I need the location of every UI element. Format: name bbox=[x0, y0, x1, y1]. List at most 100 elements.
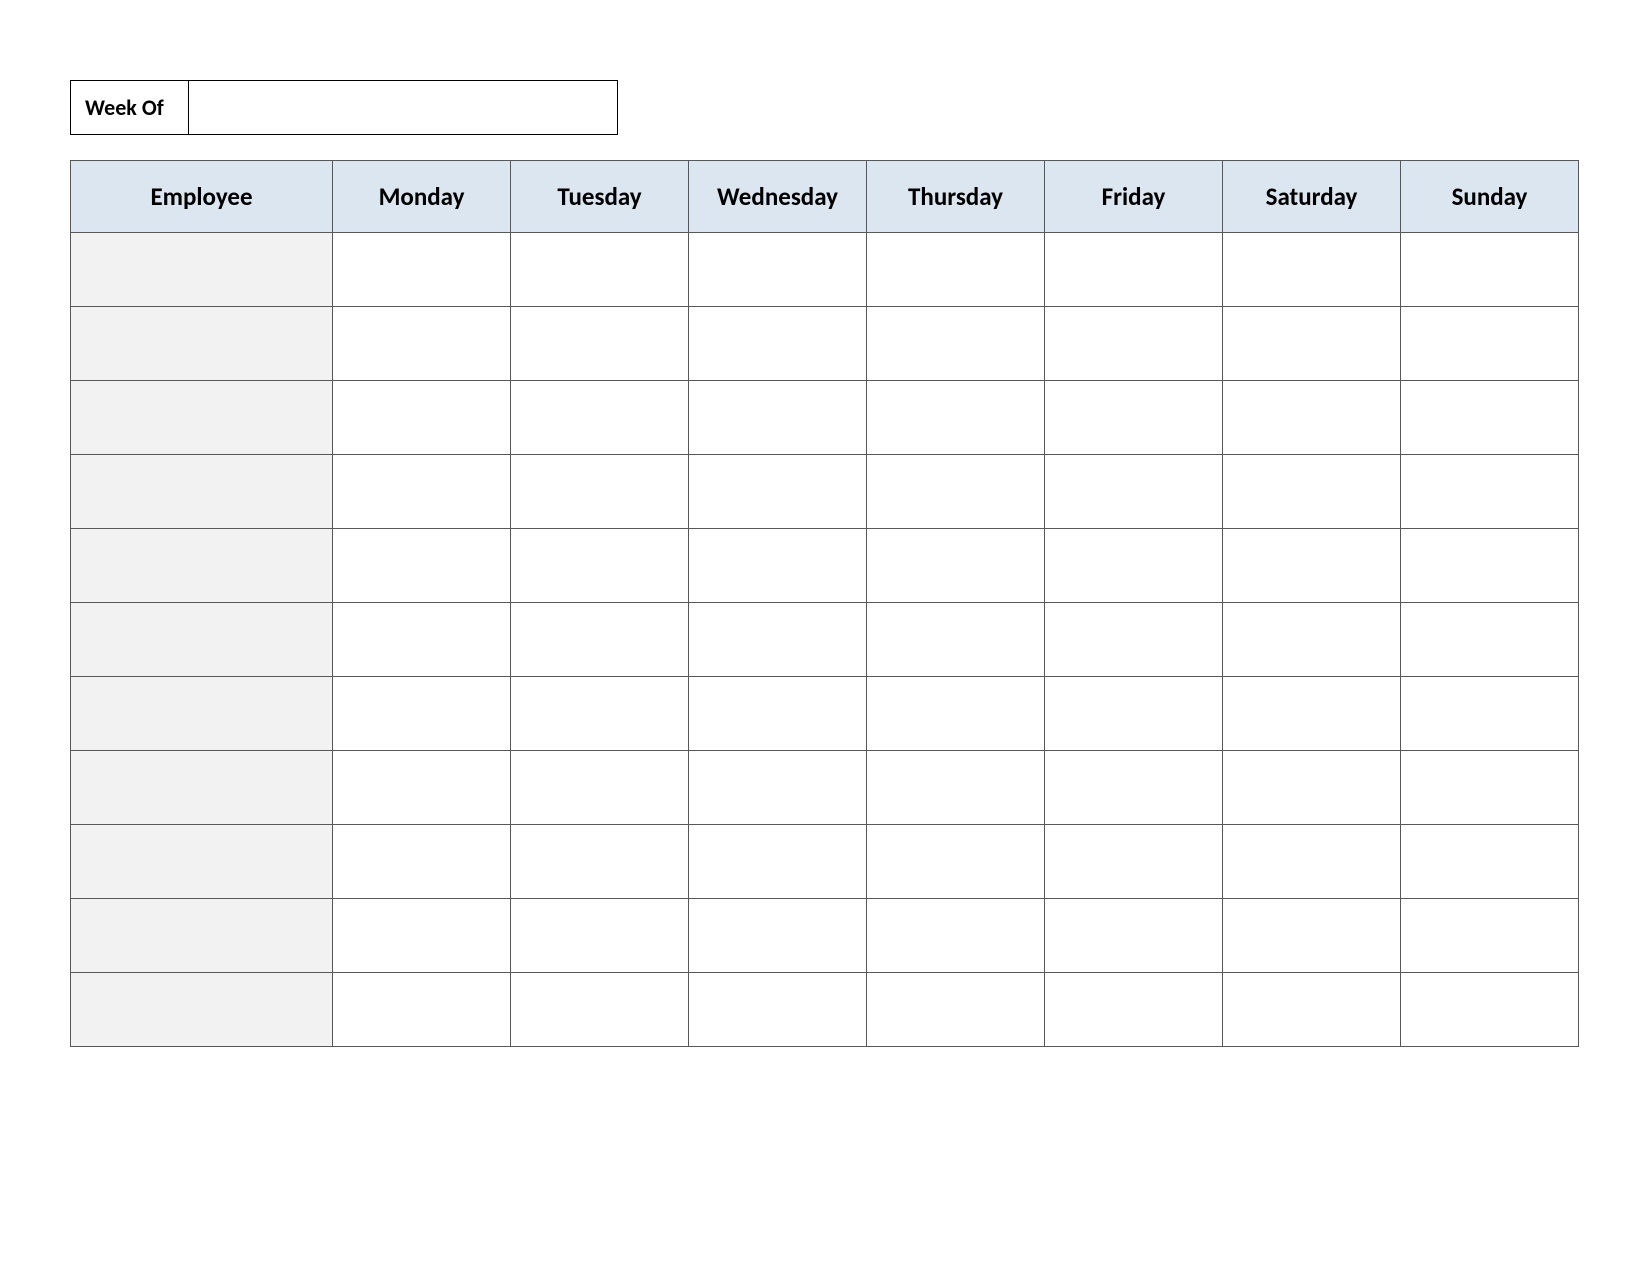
cell-wed[interactable] bbox=[689, 677, 867, 751]
cell-thu[interactable] bbox=[867, 455, 1045, 529]
cell-tue[interactable] bbox=[511, 233, 689, 307]
cell-tue[interactable] bbox=[511, 825, 689, 899]
cell-fri[interactable] bbox=[1045, 973, 1223, 1047]
table-row bbox=[71, 307, 1579, 381]
cell-tue[interactable] bbox=[511, 455, 689, 529]
cell-sun[interactable] bbox=[1401, 825, 1579, 899]
cell-thu[interactable] bbox=[867, 381, 1045, 455]
cell-mon[interactable] bbox=[333, 825, 511, 899]
cell-mon[interactable] bbox=[333, 381, 511, 455]
cell-wed[interactable] bbox=[689, 455, 867, 529]
week-of-row: Week Of bbox=[70, 80, 1580, 135]
cell-fri[interactable] bbox=[1045, 455, 1223, 529]
table-row bbox=[71, 677, 1579, 751]
cell-mon[interactable] bbox=[333, 973, 511, 1047]
cell-tue[interactable] bbox=[511, 677, 689, 751]
cell-fri[interactable] bbox=[1045, 381, 1223, 455]
cell-employee[interactable] bbox=[71, 307, 333, 381]
cell-sat[interactable] bbox=[1223, 529, 1401, 603]
cell-tue[interactable] bbox=[511, 603, 689, 677]
cell-sat[interactable] bbox=[1223, 455, 1401, 529]
cell-fri[interactable] bbox=[1045, 307, 1223, 381]
cell-wed[interactable] bbox=[689, 751, 867, 825]
cell-employee[interactable] bbox=[71, 751, 333, 825]
cell-employee[interactable] bbox=[71, 529, 333, 603]
cell-thu[interactable] bbox=[867, 899, 1045, 973]
header-wednesday: Wednesday bbox=[689, 161, 867, 233]
cell-mon[interactable] bbox=[333, 603, 511, 677]
cell-sun[interactable] bbox=[1401, 603, 1579, 677]
cell-thu[interactable] bbox=[867, 603, 1045, 677]
cell-wed[interactable] bbox=[689, 603, 867, 677]
cell-sun[interactable] bbox=[1401, 529, 1579, 603]
header-friday: Friday bbox=[1045, 161, 1223, 233]
cell-sat[interactable] bbox=[1223, 603, 1401, 677]
cell-mon[interactable] bbox=[333, 899, 511, 973]
cell-sat[interactable] bbox=[1223, 677, 1401, 751]
cell-sat[interactable] bbox=[1223, 825, 1401, 899]
cell-sun[interactable] bbox=[1401, 677, 1579, 751]
cell-sun[interactable] bbox=[1401, 899, 1579, 973]
cell-mon[interactable] bbox=[333, 529, 511, 603]
cell-fri[interactable] bbox=[1045, 899, 1223, 973]
cell-thu[interactable] bbox=[867, 677, 1045, 751]
cell-wed[interactable] bbox=[689, 825, 867, 899]
cell-fri[interactable] bbox=[1045, 233, 1223, 307]
cell-tue[interactable] bbox=[511, 529, 689, 603]
cell-fri[interactable] bbox=[1045, 529, 1223, 603]
cell-fri[interactable] bbox=[1045, 603, 1223, 677]
cell-mon[interactable] bbox=[333, 307, 511, 381]
cell-wed[interactable] bbox=[689, 899, 867, 973]
cell-sat[interactable] bbox=[1223, 973, 1401, 1047]
cell-fri[interactable] bbox=[1045, 825, 1223, 899]
cell-wed[interactable] bbox=[689, 381, 867, 455]
cell-fri[interactable] bbox=[1045, 751, 1223, 825]
cell-sat[interactable] bbox=[1223, 307, 1401, 381]
cell-employee[interactable] bbox=[71, 973, 333, 1047]
cell-fri[interactable] bbox=[1045, 677, 1223, 751]
cell-sun[interactable] bbox=[1401, 751, 1579, 825]
cell-wed[interactable] bbox=[689, 233, 867, 307]
cell-employee[interactable] bbox=[71, 825, 333, 899]
cell-employee[interactable] bbox=[71, 899, 333, 973]
cell-tue[interactable] bbox=[511, 899, 689, 973]
table-row bbox=[71, 381, 1579, 455]
cell-employee[interactable] bbox=[71, 603, 333, 677]
cell-sun[interactable] bbox=[1401, 307, 1579, 381]
cell-sun[interactable] bbox=[1401, 455, 1579, 529]
cell-mon[interactable] bbox=[333, 677, 511, 751]
cell-employee[interactable] bbox=[71, 381, 333, 455]
cell-employee[interactable] bbox=[71, 233, 333, 307]
cell-thu[interactable] bbox=[867, 529, 1045, 603]
cell-tue[interactable] bbox=[511, 973, 689, 1047]
cell-tue[interactable] bbox=[511, 381, 689, 455]
cell-wed[interactable] bbox=[689, 973, 867, 1047]
cell-mon[interactable] bbox=[333, 455, 511, 529]
cell-thu[interactable] bbox=[867, 307, 1045, 381]
cell-wed[interactable] bbox=[689, 529, 867, 603]
cell-wed[interactable] bbox=[689, 307, 867, 381]
cell-sat[interactable] bbox=[1223, 233, 1401, 307]
cell-thu[interactable] bbox=[867, 233, 1045, 307]
cell-thu[interactable] bbox=[867, 973, 1045, 1047]
cell-employee[interactable] bbox=[71, 677, 333, 751]
cell-thu[interactable] bbox=[867, 825, 1045, 899]
cell-employee[interactable] bbox=[71, 455, 333, 529]
cell-sun[interactable] bbox=[1401, 381, 1579, 455]
table-row bbox=[71, 751, 1579, 825]
table-row bbox=[71, 899, 1579, 973]
header-thursday: Thursday bbox=[867, 161, 1045, 233]
header-row: Employee Monday Tuesday Wednesday Thursd… bbox=[71, 161, 1579, 233]
cell-tue[interactable] bbox=[511, 751, 689, 825]
cell-mon[interactable] bbox=[333, 233, 511, 307]
cell-sat[interactable] bbox=[1223, 899, 1401, 973]
cell-thu[interactable] bbox=[867, 751, 1045, 825]
week-of-input[interactable] bbox=[188, 80, 618, 135]
cell-tue[interactable] bbox=[511, 307, 689, 381]
cell-mon[interactable] bbox=[333, 751, 511, 825]
cell-sun[interactable] bbox=[1401, 233, 1579, 307]
cell-sat[interactable] bbox=[1223, 751, 1401, 825]
cell-sun[interactable] bbox=[1401, 973, 1579, 1047]
schedule-table: Employee Monday Tuesday Wednesday Thursd… bbox=[70, 160, 1579, 1047]
cell-sat[interactable] bbox=[1223, 381, 1401, 455]
